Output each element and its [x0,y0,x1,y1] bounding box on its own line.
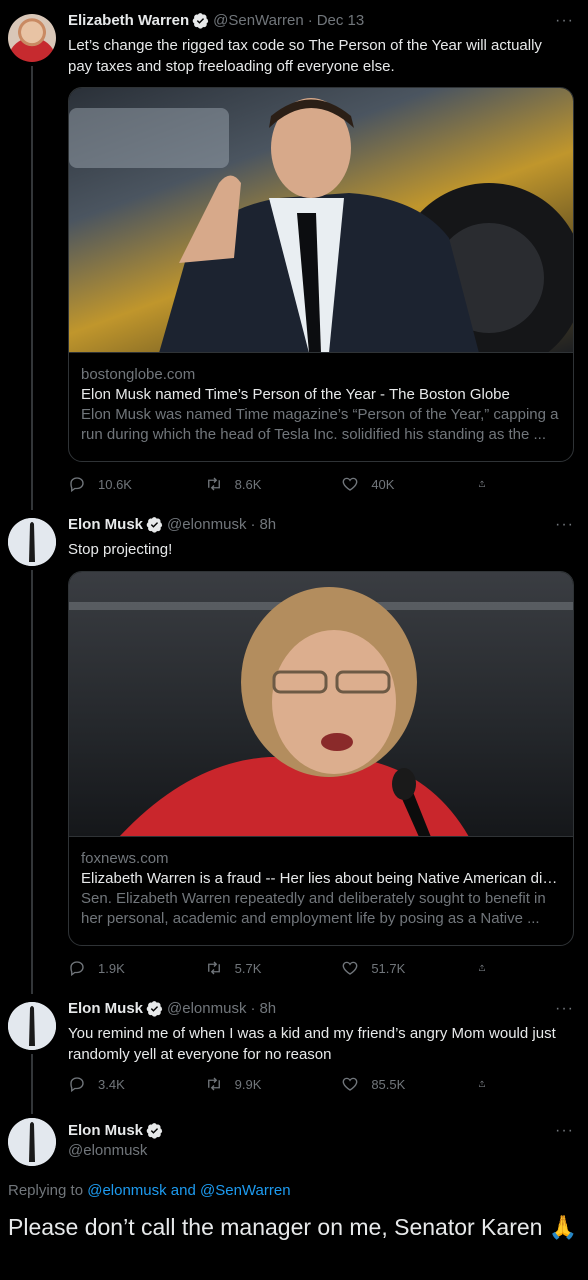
author-handle[interactable]: @SenWarren [213,12,304,29]
author-name[interactable]: Elizabeth Warren [68,12,189,29]
reply-button[interactable]: 1.9K [68,958,178,978]
separator-dot: · [250,516,256,533]
share-icon [479,964,485,971]
author-handle[interactable]: @elonmusk [167,1000,246,1017]
card-domain: bostonglobe.com [81,366,196,383]
reply-count: 10.6K [98,476,132,492]
timestamp[interactable]: 8h [259,1000,276,1017]
replying-to-prefix: Replying to [8,1182,84,1199]
reply-count: 1.9K [98,960,125,976]
reply-count: 3.4K [98,1076,125,1092]
retweet-icon [207,477,220,491]
share-button[interactable] [478,474,498,494]
author-handle[interactable]: @elonmusk [167,516,246,533]
replying-to: Replying to @elonmusk and @SenWarren [8,1182,291,1199]
author-name[interactable]: Elon Musk [68,1000,143,1017]
like-button[interactable]: 51.7K [341,958,451,978]
more-options-icon[interactable]: ··· [555,1122,574,1140]
card-title: Elon Musk named Time’s Person of the Yea… [81,386,510,403]
rocket-avatar-image [8,1118,56,1166]
main-tweet-text: Please don’t call the manager on me, Sen… [8,1214,578,1240]
tweet-header: Elon Musk @elonmusk · 8h [68,516,276,533]
share-icon [479,1080,485,1087]
heart-icon [342,961,358,975]
heart-icon [342,477,358,491]
author-handle[interactable]: @elonmusk [68,1142,147,1159]
more-options-icon[interactable]: ··· [555,1000,574,1018]
share-button[interactable] [478,958,498,978]
retweet-button[interactable]: 8.6K [205,474,315,494]
tweet-header: Elizabeth Warren @SenWarren · Dec 13 [68,12,364,29]
verified-badge-icon [146,1001,163,1017]
verified-badge-icon [146,1123,163,1139]
timestamp[interactable]: Dec 13 [317,12,365,29]
retweet-count: 8.6K [234,476,262,492]
heart-icon [342,1077,358,1091]
share-button[interactable] [478,1074,498,1094]
tweet-actions: 10.6K 8.6K 40K [68,474,498,494]
rocket-avatar-image [8,518,56,566]
tweet-musk-2[interactable]: Elon Musk @elonmusk · 8h ··· You remind … [0,994,588,1104]
tweet-musk-1[interactable]: Elon Musk @elonmusk · 8h ··· Stop projec… [0,510,588,994]
like-button[interactable]: 40K [341,474,451,494]
card-image [69,88,573,353]
card-image [69,572,573,837]
like-count: 40K [371,476,395,492]
separator-dot: · [250,1000,256,1017]
card-domain: foxnews.com [81,850,169,867]
tweet-actions: 1.9K 5.7K 51.7K [68,958,498,978]
more-options-icon[interactable]: ··· [555,516,574,534]
author-name[interactable]: Elon Musk [68,1122,143,1139]
retweet-button[interactable]: 9.9K [205,1074,315,1094]
avatar[interactable] [8,1002,56,1050]
card-description: Sen. Elizabeth Warren repeatedly and del… [81,890,546,927]
author-handle-row: @elonmusk [68,1142,147,1159]
like-count: 51.7K [371,960,406,976]
separator-dot: · [307,12,313,29]
reply-button[interactable]: 10.6K [68,474,178,494]
more-options-icon[interactable]: ··· [555,12,574,30]
avatar[interactable] [8,1118,56,1166]
verified-badge-icon [146,517,163,533]
retweet-icon [207,961,220,975]
author-name[interactable]: Elon Musk [68,516,143,533]
avatar[interactable] [8,14,56,62]
tweet-header: Elon Musk @elonmusk · 8h [68,1000,276,1017]
like-button[interactable]: 85.5K [341,1074,451,1094]
retweet-icon [207,1077,220,1091]
card-description: Elon Musk was named Time magazine’s “Per… [81,406,559,443]
avatar[interactable] [8,518,56,566]
reply-icon [70,961,84,977]
musk-photo-image [69,98,573,352]
replying-to-handles[interactable]: @elonmusk and @SenWarren [87,1182,290,1199]
timestamp[interactable]: 8h [259,516,276,533]
reply-icon [70,1077,84,1093]
link-card[interactable]: foxnews.com Elizabeth Warren is a fraud … [68,571,574,946]
link-card[interactable]: bostonglobe.com Elon Musk named Time’s P… [68,87,574,462]
tweet-text: You remind me of when I was a kid and my… [68,1025,556,1063]
rocket-avatar-image [8,1002,56,1050]
reply-icon [70,477,84,493]
tweet-actions: 3.4K 9.9K 85.5K [68,1074,498,1094]
retweet-count: 5.7K [234,960,262,976]
retweet-count: 9.9K [234,1076,262,1092]
retweet-button[interactable]: 5.7K [205,958,315,978]
tweet-text: Let’s change the rigged tax code so The … [68,37,542,75]
warren-photo-image [69,587,573,836]
tweet-header: Elon Musk [68,1122,163,1139]
tweet-warren[interactable]: Elizabeth Warren @SenWarren · Dec 13 ···… [0,0,588,510]
share-icon [479,480,485,487]
verified-badge-icon [192,13,209,29]
like-count: 85.5K [371,1076,406,1092]
card-title: Elizabeth Warren is a fraud -- Her lies … [81,870,561,887]
tweet-text: Stop projecting! [68,541,173,558]
reply-button[interactable]: 3.4K [68,1074,178,1094]
